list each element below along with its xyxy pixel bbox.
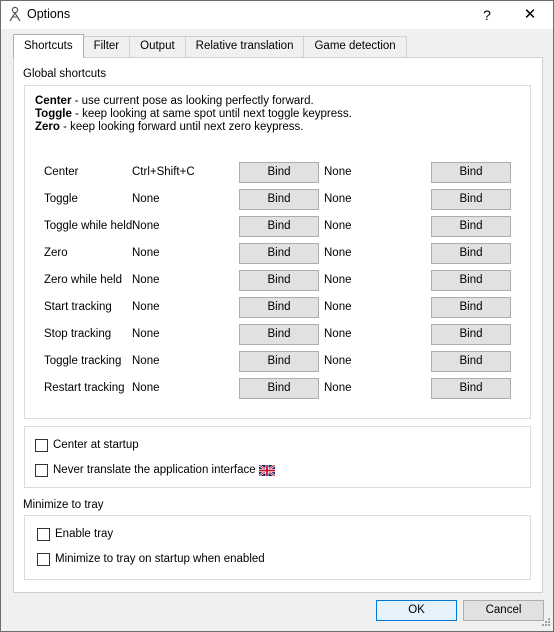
bind-button-secondary[interactable]: Bind: [431, 270, 511, 291]
shortcut-key-primary: None: [132, 247, 160, 259]
shortcut-row-toggle: Toggle None Bind None Bind: [1, 189, 531, 211]
help-button[interactable]: ?: [467, 1, 507, 29]
center-at-startup-label: Center at startup: [53, 439, 139, 451]
shortcut-key-primary: None: [132, 193, 160, 205]
cancel-button[interactable]: Cancel: [463, 600, 544, 621]
bind-button-secondary[interactable]: Bind: [431, 378, 511, 399]
shortcut-key-secondary: None: [324, 247, 352, 259]
shortcut-key-primary: None: [132, 301, 160, 313]
options-dialog: Options ? ✕ Shortcuts Filter Output Rela…: [0, 0, 554, 632]
shortcut-key-primary: None: [132, 328, 160, 340]
title-bar: Options ? ✕: [1, 1, 553, 29]
shortcut-label: Zero while held: [44, 274, 122, 286]
bind-button-secondary[interactable]: Bind: [431, 243, 511, 264]
bind-button-primary[interactable]: Bind: [239, 189, 319, 210]
shortcut-row-stop-tracking: Stop tracking None Bind None Bind: [1, 324, 531, 346]
shortcut-key-secondary: None: [324, 274, 352, 286]
shortcut-key-secondary: None: [324, 328, 352, 340]
shortcut-key-secondary: None: [324, 355, 352, 367]
shortcut-key-secondary: None: [324, 193, 352, 205]
shortcut-key-primary: Ctrl+Shift+C: [132, 166, 195, 178]
shortcut-label: Start tracking: [44, 301, 112, 313]
shortcut-row-toggle-tracking: Toggle tracking None Bind None Bind: [1, 351, 531, 373]
tab-filter[interactable]: Filter: [82, 36, 131, 57]
shortcut-label: Zero: [44, 247, 68, 259]
shortcut-label: Center: [44, 166, 79, 178]
shortcut-label: Toggle while held: [44, 220, 133, 232]
shortcut-label: Restart tracking: [44, 382, 125, 394]
enable-tray-checkbox[interactable]: [37, 528, 50, 541]
bind-button-primary[interactable]: Bind: [239, 378, 319, 399]
shortcut-key-secondary: None: [324, 301, 352, 313]
shortcut-key-primary: None: [132, 220, 160, 232]
shortcut-key-secondary: None: [324, 382, 352, 394]
help-line-toggle: Toggle - keep looking at same spot until…: [35, 108, 352, 120]
shortcut-key-secondary: None: [324, 220, 352, 232]
shortcut-row-center: Center Ctrl+Shift+C Bind None Bind: [1, 162, 531, 184]
uk-flag-icon: [259, 465, 275, 476]
enable-tray-label: Enable tray: [55, 528, 114, 540]
bind-button-primary[interactable]: Bind: [239, 324, 319, 345]
minimize-on-startup-label: Minimize to tray on startup when enabled: [55, 553, 265, 565]
tab-game-detection[interactable]: Game detection: [303, 36, 407, 57]
tab-output[interactable]: Output: [129, 36, 186, 57]
shortcut-label: Stop tracking: [44, 328, 112, 340]
minimize-to-tray-group: [24, 515, 531, 580]
bind-button-primary[interactable]: Bind: [239, 243, 319, 264]
bind-button-primary[interactable]: Bind: [239, 162, 319, 183]
close-icon[interactable]: ✕: [507, 1, 553, 29]
bind-button-secondary[interactable]: Bind: [431, 189, 511, 210]
app-icon: [9, 6, 21, 22]
resize-grip-icon[interactable]: [539, 617, 551, 629]
tab-bar: Shortcuts Filter Output Relative transla…: [13, 34, 407, 58]
tab-shortcuts[interactable]: Shortcuts: [13, 34, 84, 58]
shortcut-row-toggle-while-held: Toggle while held None Bind None Bind: [1, 216, 531, 238]
bind-button-primary[interactable]: Bind: [239, 351, 319, 372]
never-translate-checkbox[interactable]: [35, 464, 48, 477]
center-at-startup-checkbox[interactable]: [35, 439, 48, 452]
bind-button-secondary[interactable]: Bind: [431, 351, 511, 372]
bind-button-primary[interactable]: Bind: [239, 270, 319, 291]
shortcut-row-start-tracking: Start tracking None Bind None Bind: [1, 297, 531, 319]
global-shortcuts-heading: Global shortcuts: [23, 68, 107, 80]
shortcut-label: Toggle: [44, 193, 78, 205]
shortcuts-help-text: Center - use current pose as looking per…: [35, 95, 352, 134]
shortcut-row-zero-while-held: Zero while held None Bind None Bind: [1, 270, 531, 292]
ok-button[interactable]: OK: [376, 600, 457, 621]
shortcut-key-secondary: None: [324, 166, 352, 178]
startup-options-group: [24, 426, 531, 488]
bind-button-secondary[interactable]: Bind: [431, 216, 511, 237]
minimize-on-startup-checkbox[interactable]: [37, 553, 50, 566]
help-line-zero: Zero - keep looking forward until next z…: [35, 121, 304, 133]
shortcut-key-primary: None: [132, 355, 160, 367]
bind-button-primary[interactable]: Bind: [239, 216, 319, 237]
tab-relative-translation[interactable]: Relative translation: [184, 36, 305, 57]
shortcut-key-primary: None: [132, 274, 160, 286]
shortcut-row-restart-tracking: Restart tracking None Bind None Bind: [1, 378, 531, 400]
shortcut-key-primary: None: [132, 382, 160, 394]
minimize-to-tray-heading: Minimize to tray: [23, 499, 104, 511]
bind-button-secondary[interactable]: Bind: [431, 162, 511, 183]
never-translate-label: Never translate the application interfac…: [53, 464, 256, 476]
bind-button-primary[interactable]: Bind: [239, 297, 319, 318]
shortcut-label: Toggle tracking: [44, 355, 122, 367]
shortcut-row-zero: Zero None Bind None Bind: [1, 243, 531, 265]
window-title: Options: [27, 7, 71, 21]
help-line-center: Center - use current pose as looking per…: [35, 95, 314, 107]
bind-button-secondary[interactable]: Bind: [431, 297, 511, 318]
bind-button-secondary[interactable]: Bind: [431, 324, 511, 345]
